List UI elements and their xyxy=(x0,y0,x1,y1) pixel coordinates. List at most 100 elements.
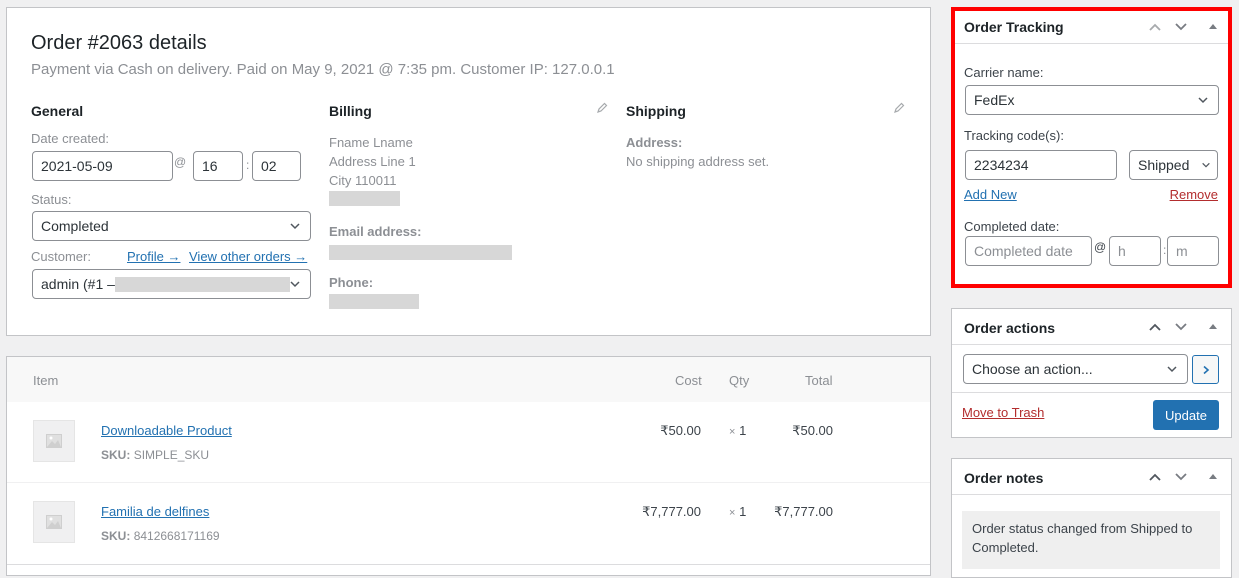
order-items-panel: Item Cost Qty Total Downloadable Product… xyxy=(6,356,931,576)
qty-value: 1 xyxy=(739,423,747,438)
order-subtitle: Payment via Cash on delivery. Paid on Ma… xyxy=(31,61,615,78)
chevron-down-icon xyxy=(1198,97,1208,104)
move-up-icon[interactable] xyxy=(1148,321,1162,333)
redacted-customer-email xyxy=(115,277,290,292)
chevron-down-icon xyxy=(290,281,300,288)
item-qty: × 1 xyxy=(729,423,746,438)
carrier-label: Carrier name: xyxy=(964,65,1044,80)
billing-name: Fname Lname xyxy=(329,135,413,150)
item-cost: ₹7,777.00 xyxy=(642,504,701,519)
move-down-icon[interactable] xyxy=(1174,471,1188,483)
hour-input[interactable]: 16 xyxy=(193,151,243,181)
carrier-value: FedEx xyxy=(974,92,1015,108)
box-title: Order notes xyxy=(964,470,1044,486)
sku-value: SIMPLE_SKU xyxy=(133,448,210,462)
sku-value: 8412668171169 xyxy=(133,529,220,543)
date-created-label: Date created: xyxy=(31,131,110,146)
chevron-right-icon xyxy=(1202,365,1209,374)
move-to-trash-link[interactable]: Move to Trash xyxy=(962,405,1044,420)
redacted-phone xyxy=(329,294,419,309)
header-cost: Cost xyxy=(675,373,702,388)
header-total: Total xyxy=(805,373,833,388)
minute-input[interactable]: 02 xyxy=(252,151,301,181)
time-colon: : xyxy=(1163,243,1167,257)
shipping-address-label: Address: xyxy=(626,135,683,150)
row-divider xyxy=(7,564,930,565)
profile-link[interactable]: Profile → xyxy=(127,249,180,264)
email-label: Email address: xyxy=(329,224,422,239)
add-new-tracking-link[interactable]: Add New xyxy=(964,187,1017,202)
customer-value: admin (#1 – xyxy=(41,276,115,292)
chevron-down-icon xyxy=(1167,366,1177,373)
image-placeholder-icon xyxy=(46,515,62,529)
order-tracking-box: Order Tracking Carrier name: FedEx Track… xyxy=(951,7,1232,288)
image-placeholder-icon xyxy=(46,434,62,448)
tracking-code-value: 2234234 xyxy=(974,157,1029,173)
toggle-panel-icon[interactable] xyxy=(1206,21,1220,33)
tracking-code-label: Tracking code(s): xyxy=(964,128,1064,143)
completed-date-placeholder: Completed date xyxy=(974,243,1073,259)
apply-action-button[interactable] xyxy=(1192,355,1219,384)
status-select[interactable]: Completed xyxy=(32,211,311,241)
order-note: Order status changed from Shipped to Com… xyxy=(962,511,1220,569)
minute-placeholder: m xyxy=(1176,243,1188,259)
chevron-down-icon xyxy=(290,223,300,230)
item-total: ₹50.00 xyxy=(792,423,833,438)
redacted-email xyxy=(329,245,512,260)
at-sign: @ xyxy=(174,155,187,169)
completed-minute-input[interactable]: m xyxy=(1167,236,1219,266)
order-actions-box: Order actions Choose an action... Move t… xyxy=(951,308,1232,438)
phone-label: Phone: xyxy=(329,275,374,290)
move-up-icon[interactable] xyxy=(1148,21,1162,33)
toggle-panel-icon[interactable] xyxy=(1206,471,1220,483)
customer-label: Customer: xyxy=(31,249,91,264)
edit-shipping-pencil-icon[interactable] xyxy=(893,102,905,114)
item-qty: × 1 xyxy=(729,504,746,519)
customer-select[interactable]: admin (#1 – xyxy=(32,269,311,299)
shipping-address-value: No shipping address set. xyxy=(626,154,770,169)
product-sku: SKU: 8412668171169 xyxy=(101,529,220,543)
move-up-icon[interactable] xyxy=(1148,471,1162,483)
time-colon: : xyxy=(246,158,250,172)
product-thumbnail xyxy=(33,420,75,462)
billing-address-line1: Address Line 1 xyxy=(329,154,416,169)
order-details-panel: Order #2063 details Payment via Cash on … xyxy=(6,7,931,336)
hour-value: 16 xyxy=(202,158,218,174)
product-thumbnail xyxy=(33,501,75,543)
remove-tracking-link[interactable]: Remove xyxy=(1170,187,1218,202)
date-created-input[interactable]: 2021-05-09 xyxy=(32,151,173,181)
box-header: Order actions xyxy=(952,309,1231,345)
minute-value: 02 xyxy=(261,158,277,174)
status-value: Completed xyxy=(41,218,109,234)
order-action-value: Choose an action... xyxy=(972,361,1093,377)
order-title: Order #2063 details xyxy=(31,32,207,54)
at-sign: @ xyxy=(1094,240,1107,254)
move-down-icon[interactable] xyxy=(1174,321,1188,333)
move-down-icon[interactable] xyxy=(1174,21,1188,33)
update-button[interactable]: Update xyxy=(1153,400,1219,430)
carrier-select[interactable]: FedEx xyxy=(965,85,1219,115)
edit-billing-pencil-icon[interactable] xyxy=(596,102,608,114)
billing-heading: Billing xyxy=(329,103,372,119)
shipping-heading: Shipping xyxy=(626,103,686,119)
view-other-orders-link[interactable]: View other orders → xyxy=(189,249,307,264)
product-link[interactable]: Downloadable Product xyxy=(101,423,232,438)
item-total: ₹7,777.00 xyxy=(774,504,833,519)
order-action-select[interactable]: Choose an action... xyxy=(963,354,1188,384)
sku-label: SKU: xyxy=(101,529,131,543)
status-label: Status: xyxy=(31,192,72,207)
row-divider xyxy=(7,482,930,483)
sku-label: SKU: xyxy=(101,448,131,462)
qty-times: × xyxy=(729,507,736,519)
completed-date-input[interactable]: Completed date xyxy=(965,236,1092,266)
tracking-code-input[interactable]: 2234234 xyxy=(965,150,1117,180)
completed-hour-input[interactable]: h xyxy=(1109,236,1161,266)
product-link[interactable]: Familia de delfines xyxy=(101,504,209,519)
tracking-status-value: Shipped xyxy=(1138,157,1190,173)
chevron-down-icon xyxy=(1202,162,1210,168)
box-title: Order Tracking xyxy=(964,19,1064,35)
header-item: Item xyxy=(33,373,59,388)
tracking-status-select[interactable]: Shipped xyxy=(1129,150,1218,180)
items-table-header: Item Cost Qty Total xyxy=(7,357,930,402)
toggle-panel-icon[interactable] xyxy=(1206,321,1220,333)
